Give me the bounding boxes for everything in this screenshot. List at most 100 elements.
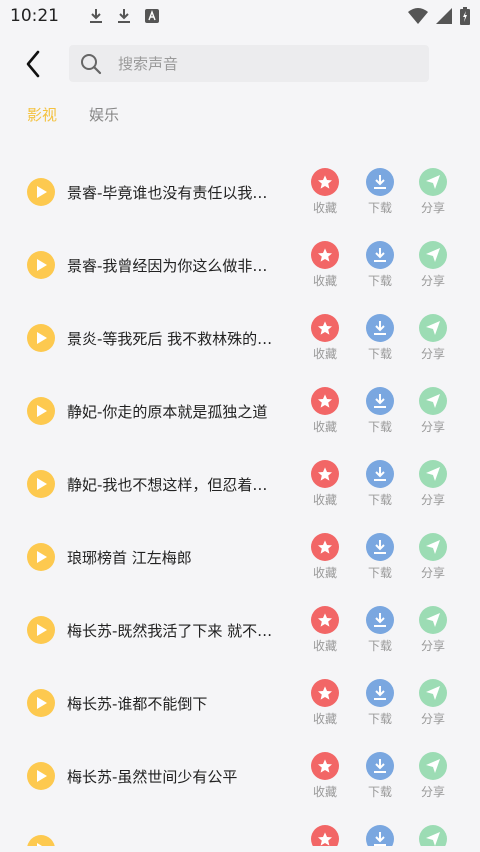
play-button[interactable] bbox=[27, 689, 55, 717]
download-label: 下载 bbox=[367, 785, 392, 799]
share-button[interactable]: 分享 bbox=[413, 168, 453, 216]
list-item[interactable]: 景炎-等我死后 我不救林殊的… 收藏 下载 分享 bbox=[0, 302, 480, 375]
share-icon bbox=[419, 241, 447, 269]
share-button[interactable]: 分享 bbox=[413, 679, 453, 727]
download-button[interactable]: 下载 bbox=[360, 606, 400, 654]
share-button[interactable]: 分享 bbox=[413, 460, 453, 508]
download-label: 下载 bbox=[367, 493, 392, 507]
download-icon bbox=[366, 606, 394, 634]
star-icon bbox=[311, 314, 339, 342]
download-button[interactable]: 下载 bbox=[360, 168, 400, 216]
share-label: 分享 bbox=[420, 712, 445, 726]
list-item[interactable]: 景睿-毕竟谁也没有责任以我… 收藏 下载 分享 bbox=[0, 156, 480, 229]
play-button[interactable] bbox=[27, 397, 55, 425]
share-button[interactable]: 分享 bbox=[413, 752, 453, 800]
download-label: 下载 bbox=[367, 201, 392, 215]
share-button[interactable]: 分享 bbox=[413, 825, 453, 846]
download-button[interactable]: 下载 bbox=[360, 752, 400, 800]
download-label: 下载 bbox=[367, 420, 392, 434]
list-item[interactable]: 静妃-你走的原本就是孤独之道收藏 下载 分享 bbox=[0, 375, 480, 448]
play-icon bbox=[36, 185, 48, 199]
play-icon bbox=[36, 404, 48, 418]
list-item[interactable]: 梅长苏-虽然世间少有公平 收藏 下载 分享 bbox=[0, 740, 480, 813]
share-label: 分享 bbox=[420, 201, 445, 215]
play-button[interactable] bbox=[27, 543, 55, 571]
share-icon bbox=[419, 533, 447, 561]
search-box[interactable] bbox=[69, 45, 429, 82]
download-button[interactable]: 下载 bbox=[360, 460, 400, 508]
share-button[interactable]: 分享 bbox=[413, 387, 453, 435]
share-button[interactable]: 分享 bbox=[413, 606, 453, 654]
play-icon bbox=[36, 696, 48, 710]
favorite-button[interactable]: 收藏 bbox=[305, 825, 345, 846]
tab-entertainment[interactable]: 娱乐 bbox=[89, 104, 119, 125]
download-button[interactable]: 下载 bbox=[360, 387, 400, 435]
download-icon bbox=[366, 533, 394, 561]
sound-title: 琅琊榜首 江左梅郎 bbox=[67, 549, 192, 567]
favorite-label: 收藏 bbox=[312, 420, 337, 434]
star-icon bbox=[311, 679, 339, 707]
list-item[interactable]: 梅长苏-谁都不能倒下 收藏 下载 分享 bbox=[0, 667, 480, 740]
list-item[interactable]: 琅琊榜首 江左梅郎收藏 下载 分享 bbox=[0, 521, 480, 594]
share-icon bbox=[419, 168, 447, 196]
download-button[interactable]: 下载 bbox=[360, 825, 400, 846]
favorite-button[interactable]: 收藏 bbox=[305, 679, 345, 727]
sound-title: 静妃-你走的原本就是孤独之道 bbox=[67, 403, 268, 421]
play-button[interactable] bbox=[27, 470, 55, 498]
download-icon bbox=[366, 314, 394, 342]
play-button[interactable] bbox=[27, 324, 55, 352]
back-button[interactable] bbox=[18, 48, 48, 80]
wifi-icon bbox=[408, 8, 428, 24]
share-button[interactable]: 分享 bbox=[413, 314, 453, 362]
star-icon bbox=[311, 606, 339, 634]
play-button[interactable] bbox=[27, 835, 55, 846]
favorite-label: 收藏 bbox=[312, 566, 337, 580]
download-button[interactable]: 下载 bbox=[360, 314, 400, 362]
share-button[interactable]: 分享 bbox=[413, 533, 453, 581]
status-time: 10:21 bbox=[10, 6, 59, 26]
play-icon bbox=[36, 623, 48, 637]
share-icon bbox=[419, 679, 447, 707]
list-item[interactable]: 静妃-我也不想这样，但忍着… 收藏 下载 分享 bbox=[0, 448, 480, 521]
share-icon bbox=[419, 606, 447, 634]
tab-film[interactable]: 影视 bbox=[27, 104, 57, 125]
list-item[interactable]: 景睿-我曾经因为你这么做非… 收藏 下载 分享 bbox=[0, 229, 480, 302]
share-button[interactable]: 分享 bbox=[413, 241, 453, 289]
favorite-button[interactable]: 收藏 bbox=[305, 241, 345, 289]
download-icon bbox=[366, 387, 394, 415]
search-input[interactable] bbox=[116, 53, 400, 74]
list-item[interactable]: 收藏下载分享 bbox=[0, 813, 480, 846]
download-button[interactable]: 下载 bbox=[360, 533, 400, 581]
search-icon bbox=[80, 53, 102, 75]
play-button[interactable] bbox=[27, 251, 55, 279]
share-icon bbox=[419, 752, 447, 780]
download-button[interactable]: 下载 bbox=[360, 241, 400, 289]
favorite-button[interactable]: 收藏 bbox=[305, 752, 345, 800]
favorite-button[interactable]: 收藏 bbox=[305, 314, 345, 362]
star-icon bbox=[311, 460, 339, 488]
download-label: 下载 bbox=[367, 347, 392, 361]
share-icon bbox=[419, 314, 447, 342]
star-icon bbox=[311, 533, 339, 561]
favorite-button[interactable]: 收藏 bbox=[305, 533, 345, 581]
play-button[interactable] bbox=[27, 178, 55, 206]
share-label: 分享 bbox=[420, 785, 445, 799]
star-icon bbox=[311, 752, 339, 780]
play-button[interactable] bbox=[27, 616, 55, 644]
play-icon bbox=[36, 258, 48, 272]
favorite-button[interactable]: 收藏 bbox=[305, 387, 345, 435]
star-icon bbox=[311, 825, 339, 846]
status-right bbox=[408, 7, 470, 25]
download-notification-icon bbox=[117, 8, 131, 24]
play-icon bbox=[36, 550, 48, 564]
play-icon bbox=[36, 769, 48, 783]
favorite-button[interactable]: 收藏 bbox=[305, 606, 345, 654]
star-icon bbox=[311, 387, 339, 415]
download-button[interactable]: 下载 bbox=[360, 679, 400, 727]
sound-title: 景睿-我曾经因为你这么做非… bbox=[67, 257, 268, 275]
list-item[interactable]: 梅长苏-既然我活了下来 就不… 收藏 下载 分享 bbox=[0, 594, 480, 667]
share-icon bbox=[419, 460, 447, 488]
play-button[interactable] bbox=[27, 762, 55, 790]
favorite-button[interactable]: 收藏 bbox=[305, 460, 345, 508]
favorite-button[interactable]: 收藏 bbox=[305, 168, 345, 216]
